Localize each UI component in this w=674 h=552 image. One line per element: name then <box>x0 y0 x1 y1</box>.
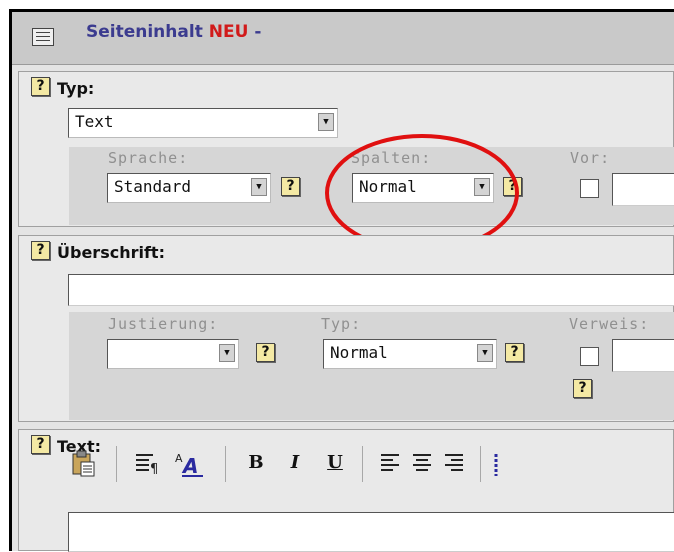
paragraph-format-icon[interactable]: ¶ <box>135 452 161 476</box>
justierung-select[interactable]: ▼ <box>107 339 239 369</box>
italic-button[interactable]: I <box>283 452 307 473</box>
paste-icon-clip <box>76 450 87 458</box>
font-icon-large-a: A <box>181 454 198 478</box>
verweis-label: Verweis: <box>569 315 650 333</box>
paste-icon[interactable] <box>71 450 97 478</box>
toolbar-separator <box>480 446 481 482</box>
more-tools-icon[interactable] <box>494 454 504 476</box>
justierung-help-icon[interactable]: ? <box>256 343 275 362</box>
font-icon-small-a: A <box>175 452 183 465</box>
align-right-icon[interactable] <box>445 454 465 472</box>
ueberschrift-typ-select[interactable]: Normal ▼ <box>323 339 497 369</box>
toolbar-separator <box>225 446 226 482</box>
editor-frame: Seiteninhalt NEU - ? Typ: Text ▼ Sprache… <box>9 9 674 552</box>
bold-button[interactable]: B <box>244 452 268 473</box>
verweis-input[interactable] <box>612 339 674 372</box>
pilcrow-glyph: ¶ <box>150 462 158 476</box>
annotation-ellipse <box>325 134 519 252</box>
ueberschrift-help-icon[interactable]: ? <box>31 241 50 260</box>
ueberschrift-typ-value: Normal <box>330 343 388 362</box>
chevron-down-icon[interactable]: ▼ <box>477 344 493 362</box>
toolbar-separator <box>116 446 117 482</box>
verweis-help-icon[interactable]: ? <box>573 379 592 398</box>
toolbar-separator <box>362 446 363 482</box>
font-size-icon[interactable]: A A <box>174 450 204 478</box>
justierung-label: Justierung: <box>108 315 219 333</box>
ueberschrift-input[interactable] <box>68 274 674 306</box>
ueberschrift-typ-label: Typ: <box>321 315 362 333</box>
underline-button[interactable]: U <box>323 452 347 473</box>
ueberschrift-typ-help-icon[interactable]: ? <box>505 343 524 362</box>
chevron-down-icon[interactable]: ▼ <box>219 344 235 362</box>
ueberschrift-title: Überschrift: <box>57 243 165 262</box>
verweis-checkbox[interactable] <box>580 347 599 366</box>
align-left-icon[interactable] <box>381 454 401 472</box>
align-center-icon[interactable] <box>413 454 433 472</box>
ueberschrift-section: ? Überschrift: Justierung: ▼ ? Typ: Norm… <box>18 235 674 422</box>
text-help-icon[interactable]: ? <box>31 435 50 454</box>
text-editor-area[interactable] <box>68 512 674 552</box>
